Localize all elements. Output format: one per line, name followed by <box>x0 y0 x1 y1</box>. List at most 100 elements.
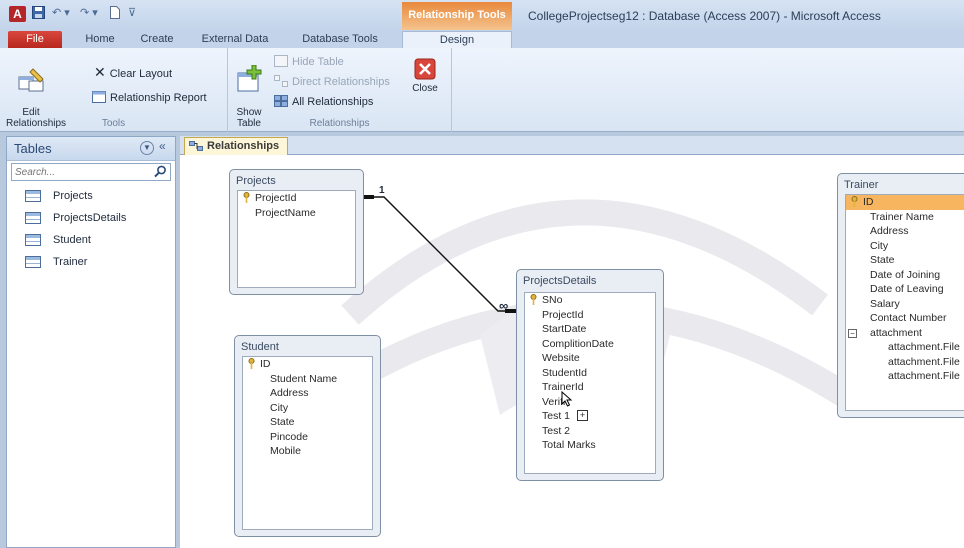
relationship-report-button[interactable]: Relationship Report <box>92 89 207 107</box>
table-icon <box>25 256 41 268</box>
table-title: ProjectsDetails <box>523 275 597 287</box>
field-name: Contact Number <box>870 312 947 324</box>
field-row[interactable]: StudentId <box>525 366 655 381</box>
field-row[interactable]: Website <box>525 351 655 366</box>
field-row[interactable]: attachment.File <box>846 340 964 355</box>
undo-icon[interactable]: ↶ ▾ <box>52 6 70 20</box>
nav-item-label: ProjectsDetails <box>53 212 127 224</box>
tools-group: Edit Relationships ✕ Clear Layout Relatio… <box>0 48 228 132</box>
clear-layout-button[interactable]: ✕ Clear Layout <box>94 63 172 81</box>
field-name: Total Marks <box>542 439 596 451</box>
customize-qat-icon[interactable]: ⊽ <box>128 6 136 20</box>
nav-pane-title[interactable]: Tables <box>14 141 52 156</box>
new-file-icon[interactable] <box>110 6 120 20</box>
save-icon[interactable] <box>32 6 45 20</box>
field-row[interactable]: Student Name <box>243 372 372 387</box>
nav-search-input[interactable] <box>12 164 152 180</box>
trainer-table-box[interactable]: Trainer ID Trainer Name Address City Sta… <box>837 173 964 418</box>
field-name: State <box>270 416 295 428</box>
field-row[interactable]: SNo <box>525 293 655 308</box>
field-row[interactable]: Trainer Name <box>846 210 964 225</box>
chevron-down-icon[interactable]: ▼ <box>140 141 154 155</box>
field-row[interactable]: ProjectId <box>525 308 655 323</box>
field-row[interactable]: Date of Joining <box>846 268 964 283</box>
table-icon <box>25 212 41 224</box>
field-row[interactable]: Mobile <box>243 444 372 459</box>
relationships-icon <box>189 141 203 151</box>
relationships-group-label: Relationships <box>309 118 370 129</box>
field-name: attachment.File <box>888 355 960 368</box>
close-button[interactable]: Close <box>408 58 442 94</box>
relationship-tools-context-label: Relationship Tools <box>402 2 512 30</box>
field-row[interactable]: ProjectName <box>238 206 355 221</box>
field-row[interactable]: City <box>846 239 964 254</box>
nav-item-projects[interactable]: Projects <box>7 185 175 207</box>
field-name: ComplitionDate <box>542 337 614 350</box>
tab-external-data[interactable]: External Data <box>192 31 278 48</box>
field-row[interactable]: State <box>243 415 372 430</box>
field-row[interactable]: StartDate <box>525 322 655 337</box>
table-icon <box>25 190 41 202</box>
student-table-box[interactable]: Student ID Student Name Address City Sta… <box>234 335 381 537</box>
nav-item-trainer[interactable]: Trainer <box>7 251 175 273</box>
field-row[interactable]: Date of Leaving <box>846 282 964 297</box>
field-name: ProjectName <box>255 206 316 219</box>
field-row[interactable]: attachment.File <box>846 355 964 370</box>
access-app-icon[interactable]: A <box>9 6 26 22</box>
nav-item-student[interactable]: Student <box>7 229 175 251</box>
field-name: Website <box>542 352 580 364</box>
field-row[interactable]: City <box>243 401 372 416</box>
field-row[interactable]: Verifi <box>525 390 655 410</box>
field-row[interactable]: Contact Number <box>846 311 964 326</box>
field-row[interactable]: Pincode <box>243 430 372 445</box>
field-row[interactable]: attachment.File <box>846 369 964 384</box>
many-side-label: ∞ <box>499 298 509 313</box>
field-list: SNo ProjectId StartDate ComplitionDate W… <box>524 292 656 474</box>
field-row[interactable]: ID <box>243 357 372 372</box>
all-relationships-label: All Relationships <box>292 96 374 108</box>
field-row[interactable]: State <box>846 253 964 268</box>
search-icon[interactable] <box>154 165 167 178</box>
field-name: City <box>270 401 289 414</box>
field-row[interactable]: ComplitionDate <box>525 337 655 352</box>
field-row[interactable]: Salary <box>846 297 964 312</box>
field-row[interactable]: ProjectId <box>238 191 355 206</box>
all-relationships-button[interactable]: All Relationships <box>274 93 373 111</box>
table-title: Trainer <box>844 179 879 191</box>
field-row[interactable]: − attachment <box>846 326 964 341</box>
report-icon <box>92 91 106 103</box>
field-name: StartDate <box>542 323 587 335</box>
redo-icon[interactable]: ↷ ▾ <box>80 6 98 20</box>
direct-relationships-button[interactable]: Direct Relationships <box>274 73 390 91</box>
field-row-selected[interactable]: ID <box>846 195 964 210</box>
relationships-canvas[interactable]: 1 ∞ Projects ProjectId ProjectName Stude… <box>180 155 964 548</box>
tab-home[interactable]: Home <box>78 31 122 48</box>
hide-table-button[interactable]: Hide Table <box>274 53 344 71</box>
field-row[interactable]: Test 1 + <box>525 409 655 424</box>
field-row[interactable]: Address <box>243 386 372 401</box>
close-label: Close <box>412 83 438 94</box>
table-title: Student <box>241 341 279 353</box>
projectsdetails-table-box[interactable]: ProjectsDetails SNo ProjectId StartDate … <box>516 269 664 481</box>
field-list: ProjectId ProjectName <box>237 190 356 288</box>
field-row[interactable]: Test 2 <box>525 424 655 439</box>
tab-create[interactable]: Create <box>134 31 180 48</box>
collapse-pane-icon[interactable]: « <box>159 139 166 153</box>
all-relationships-icon <box>274 95 288 107</box>
field-name: attachment <box>870 326 922 339</box>
nav-item-projectsdetails[interactable]: ProjectsDetails <box>7 207 175 229</box>
tab-file[interactable]: File <box>8 31 62 48</box>
collapse-icon[interactable]: − <box>848 328 857 338</box>
relationships-document-tab[interactable]: Relationships <box>184 137 288 155</box>
hide-table-label: Hide Table <box>292 56 344 68</box>
tab-design[interactable]: Design <box>402 31 512 48</box>
key-icon <box>248 358 255 369</box>
drag-add-icon: + <box>577 410 588 421</box>
projects-table-box[interactable]: Projects ProjectId ProjectName <box>229 169 364 295</box>
tab-database-tools[interactable]: Database Tools <box>292 31 388 48</box>
field-row[interactable]: Address <box>846 224 964 239</box>
field-row[interactable]: Total Marks <box>525 438 655 453</box>
field-row[interactable]: TrainerId <box>525 380 655 395</box>
field-list: ID Student Name Address City State Pinco… <box>242 356 373 530</box>
edit-relationships-icon <box>18 68 44 92</box>
